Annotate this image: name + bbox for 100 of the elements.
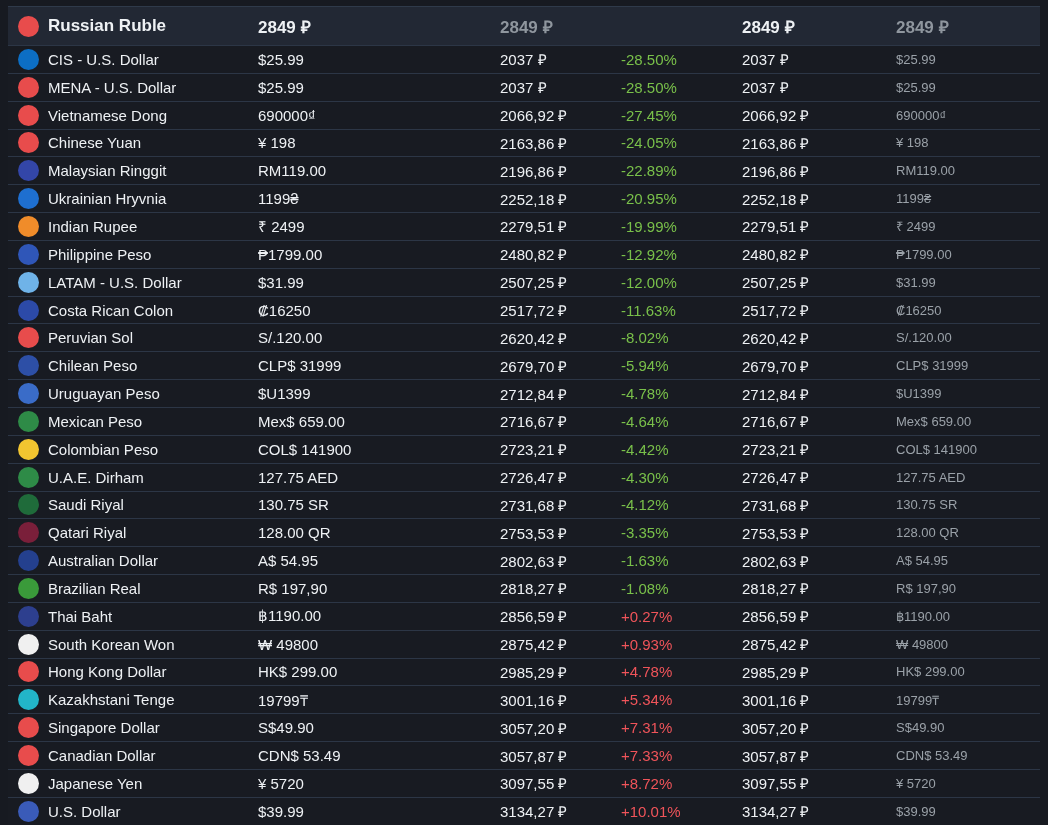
percent-difference: -11.63% [621, 301, 677, 319]
converted-price: 2517,72 ₽ [742, 301, 811, 320]
converted-price: 2620,42 ₽ [742, 328, 811, 348]
percent-difference: -1.63% [621, 552, 670, 570]
converted-price: 2726,47 ₽ [742, 468, 811, 488]
converted-price: 2163,86 ₽ [742, 133, 811, 153]
original-price: Mex$ 659.00 [896, 413, 972, 429]
original-price: RM119.00 [896, 163, 955, 179]
converted-price: 2066,92 ₽ [500, 106, 569, 126]
price: $31.99 [258, 273, 305, 291]
currency-name: Japanese Yen [48, 774, 144, 792]
original-price: $31.99 [896, 274, 936, 290]
converted-price: 2985,29 ₽ [742, 663, 811, 682]
currency-name: Saudi Riyal [48, 496, 125, 514]
converted-price: 2480,82 ₽ [500, 245, 569, 265]
currency-name: Malaysian Ringgit [48, 162, 168, 180]
original-price: 130.75 SR [896, 497, 958, 513]
price: HK$ 299.00 [258, 663, 339, 681]
converted-price: 3057,20 ₽ [742, 718, 811, 738]
price: Mex$ 659.00 [258, 412, 346, 430]
converted-price: 2679,70 ₽ [742, 356, 811, 376]
currency-name: Thai Baht [48, 607, 114, 625]
converted-price: 3097,55 ₽ [500, 774, 569, 794]
converted-price: 2726,47 ₽ [500, 468, 569, 488]
converted-price: 2818,27 ₽ [742, 579, 811, 599]
original-price: $25.99 [896, 51, 936, 67]
currency-name: Canadian Dollar [48, 747, 157, 764]
percent-difference: +7.33% [621, 747, 674, 764]
percent-difference: -8.02% [621, 329, 670, 347]
currency-name: Kazakhstani Tenge [48, 691, 176, 709]
percent-difference: -22.89% [621, 162, 678, 180]
currency-name: MENA - U.S. Dollar [48, 78, 178, 96]
price: ฿1190.00 [258, 607, 323, 626]
percent-difference: -12.00% [621, 273, 678, 291]
converted-price: 2731,68 ₽ [500, 495, 569, 515]
percent-difference: -19.99% [621, 218, 678, 235]
price: S$49.90 [258, 719, 315, 737]
original-price: COL$ 141900 [896, 441, 977, 457]
percent-difference: +8.72% [621, 774, 674, 792]
percent-difference: -4.12% [621, 496, 670, 514]
percent-difference: -20.95% [621, 190, 678, 208]
percent-difference: -24.05% [621, 134, 678, 152]
original-price: ₩ 49800 [896, 636, 949, 652]
percent-difference: -1.08% [621, 579, 670, 597]
original-price: 2849 ₽ [896, 16, 949, 38]
percent-difference: -4.64% [621, 412, 670, 430]
converted-price: 2875,42 ₽ [500, 635, 569, 655]
original-price: 19799₸ [896, 691, 940, 709]
original-price: 690000₫ [896, 107, 947, 123]
percent-difference: -4.78% [621, 385, 670, 403]
original-price: ₹ 2499 [896, 218, 936, 236]
percent-difference: +5.34% [621, 691, 674, 709]
currency-name: Hong Kong Dollar [48, 663, 168, 681]
converted-price: 2723,21 ₽ [500, 440, 569, 460]
converted-price: 2856,59 ₽ [500, 607, 569, 627]
percent-difference: -12.92% [621, 245, 678, 263]
price: CLP$ 31999 [258, 357, 343, 375]
currency-name: Chilean Peso [48, 357, 139, 375]
original-price: CDN$ 53.49 [896, 748, 968, 763]
currency-name: CIS - U.S. Dollar [48, 50, 160, 68]
converted-price: 3057,87 ₽ [742, 746, 811, 766]
original-price: 1199₴ [896, 191, 932, 207]
price: 2849 ₽ [258, 16, 312, 38]
price: ₡16250 [258, 301, 312, 319]
currency-name: Vietnamese Dong [48, 106, 168, 124]
currency-name: U.A.E. Dirham [48, 468, 145, 486]
currency-name: Colombian Peso [48, 440, 160, 458]
converted-price: 3001,16 ₽ [500, 690, 569, 710]
original-price: 128.00 QR [896, 525, 959, 541]
price: ₱1799.00 [258, 245, 324, 263]
percent-difference: -28.50% [621, 50, 678, 68]
converted-price: 2731,68 ₽ [742, 495, 811, 515]
converted-price: 2037 ₽ [742, 78, 790, 98]
converted-price: 2163,86 ₽ [500, 133, 569, 153]
converted-price: 2856,59 ₽ [742, 607, 811, 627]
converted-price: 3134,27 ₽ [500, 802, 569, 822]
currency-name: Singapore Dollar [48, 719, 161, 737]
original-price: $U1399 [896, 386, 942, 402]
price: ¥ 198 [258, 134, 297, 152]
original-price: ₡16250 [896, 302, 942, 318]
percent-difference: +10.01% [621, 802, 682, 820]
converted-price: 2252,18 ₽ [500, 189, 569, 209]
currency-name: Ukrainian Hryvnia [48, 190, 168, 208]
converted-price: 3001,16 ₽ [742, 690, 811, 710]
price: A$ 54.95 [258, 552, 320, 570]
converted-price: 2849 ₽ [742, 16, 796, 38]
converted-price: 2196,86 ₽ [742, 161, 811, 181]
currency-name: U.S. Dollar [48, 802, 122, 820]
percent-difference: -4.42% [621, 440, 670, 458]
price: COL$ 141900 [258, 440, 353, 458]
currency-name: Australian Dollar [48, 552, 160, 570]
original-price: ฿1190.00 [896, 608, 951, 624]
price: ¥ 5720 [258, 774, 305, 792]
percent-difference: -4.30% [621, 468, 670, 486]
converted-price: 2037 ₽ [500, 50, 548, 70]
converted-price: 2480,82 ₽ [742, 245, 811, 265]
converted-price: 3134,27 ₽ [742, 802, 811, 822]
converted-price: 3057,87 ₽ [500, 746, 569, 766]
price: $39.99 [258, 802, 305, 820]
converted-price: 2712,84 ₽ [742, 384, 811, 404]
